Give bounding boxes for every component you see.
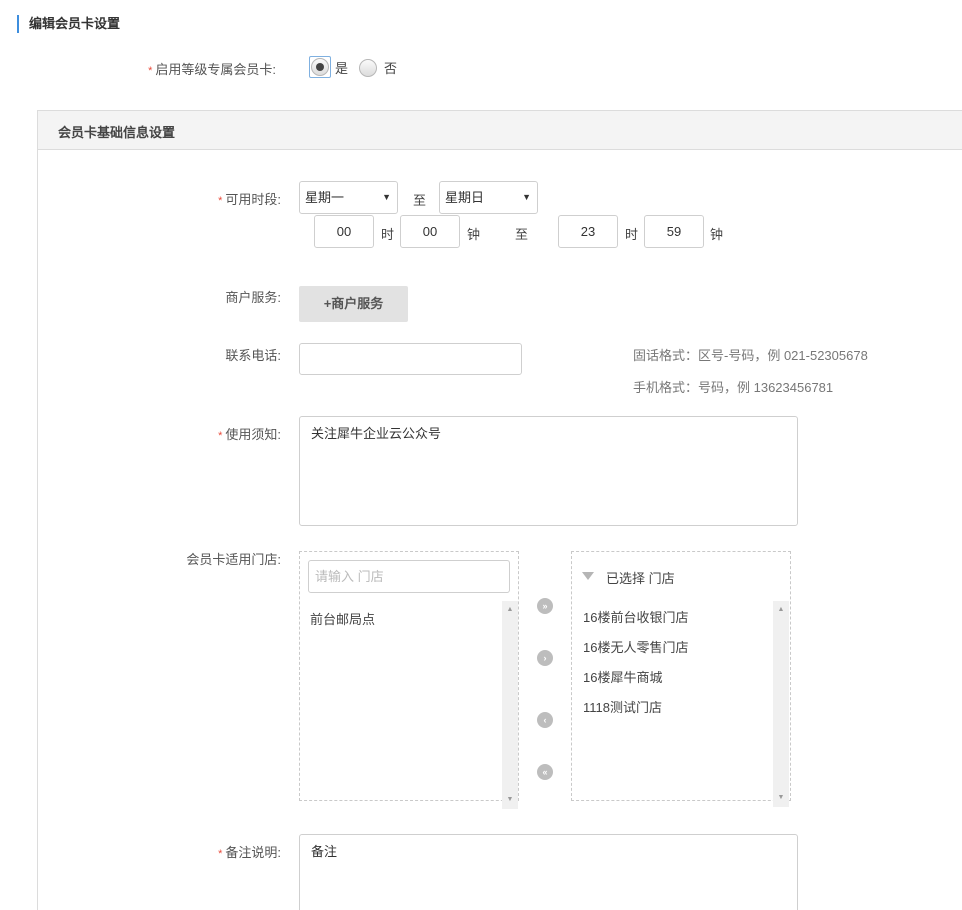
move-all-right-icon[interactable]: » (537, 598, 553, 614)
required-asterisk: * (148, 65, 153, 77)
to-label: 至 (413, 193, 427, 208)
available-time-label-text: 可用时段: (225, 192, 281, 207)
required-asterisk: * (218, 430, 223, 442)
dropdown-arrow-icon: ▼ (522, 192, 531, 202)
to-label-time: 至 (515, 227, 529, 242)
hour-unit: 时 (625, 227, 639, 242)
start-minute-input[interactable]: 00 (400, 215, 460, 248)
mobile-format-hint: 手机格式：号码，例 13623456781 (633, 380, 834, 395)
minute-unit: 钟 (467, 227, 481, 242)
required-asterisk: * (218, 195, 223, 207)
radio-yes-label: 是 (335, 61, 349, 76)
remarks-label: * 备注说明: (218, 842, 281, 861)
available-time-label: * 可用时段: (218, 189, 281, 208)
move-right-icon[interactable]: › (537, 650, 553, 666)
scroll-up-icon[interactable]: ▲ (502, 605, 518, 615)
available-stores-scrollbar[interactable]: ▲ ▼ (502, 601, 518, 809)
scroll-up-icon[interactable]: ▲ (773, 605, 789, 615)
start-day-value: 星期一 (305, 190, 345, 205)
dropdown-arrow-icon: ▼ (382, 192, 391, 202)
start-day-select[interactable]: 星期一 ▼ (299, 181, 398, 214)
usage-notes-textarea[interactable]: 关注犀牛企业云公众号 (299, 416, 798, 526)
scroll-down-icon[interactable]: ▼ (502, 795, 518, 805)
selected-store-item[interactable]: 16楼无人零售门店 (583, 637, 688, 656)
scroll-down-icon[interactable]: ▼ (773, 793, 789, 803)
store-search-input[interactable]: 请输入 门店 (308, 560, 510, 593)
end-day-select[interactable]: 星期日 ▼ (439, 181, 538, 214)
remarks-textarea[interactable]: 备注 (299, 834, 798, 910)
move-all-left-icon[interactable]: « (537, 764, 553, 780)
radio-no[interactable] (359, 59, 377, 77)
usage-notes-label-text: 使用须知: (225, 427, 281, 442)
selected-stores-scrollbar[interactable]: ▲ ▼ (773, 601, 789, 807)
contact-phone-label: 联系电话: (225, 348, 281, 363)
minute-unit: 钟 (710, 227, 724, 242)
selected-store-item[interactable]: 16楼犀牛商城 (583, 667, 662, 686)
usage-notes-label: * 使用须知: (218, 424, 281, 443)
stores-label: 会员卡适用门店: (186, 552, 281, 567)
panel-header (38, 111, 962, 150)
merchant-service-label: 商户服务: (225, 290, 281, 305)
available-store-item[interactable]: 前台邮局点 (310, 609, 375, 628)
remarks-label-text: 备注说明: (225, 845, 281, 860)
radio-yes[interactable] (309, 56, 331, 78)
end-day-value: 星期日 (445, 190, 485, 205)
end-minute-input[interactable]: 59 (644, 215, 704, 248)
page-title: 编辑会员卡设置 (17, 15, 120, 33)
selected-store-item[interactable]: 16楼前台收银门店 (583, 607, 688, 626)
landline-format-hint: 固话格式：区号-号码，例 021-52305678 (633, 348, 868, 363)
level-card-label-text: 启用等级专属会员卡: (155, 62, 276, 77)
radio-selected-dot (316, 63, 324, 71)
end-hour-input[interactable]: 23 (558, 215, 618, 248)
radio-yes-circle (311, 58, 329, 76)
selected-store-item[interactable]: 1118测试门店 (583, 697, 662, 716)
move-left-icon[interactable]: ‹ (537, 712, 553, 728)
contact-phone-input[interactable] (299, 343, 522, 375)
collapse-triangle-icon[interactable] (582, 572, 594, 580)
start-hour-input[interactable]: 00 (314, 215, 374, 248)
add-merchant-service-button[interactable]: +商户服务 (299, 286, 408, 322)
level-card-label: * 启用等级专属会员卡: (148, 59, 276, 78)
radio-no-label: 否 (384, 61, 398, 76)
panel-title: 会员卡基础信息设置 (58, 125, 176, 140)
selected-stores-title: 已选择 门店 (606, 571, 675, 586)
hour-unit: 时 (381, 227, 395, 242)
required-asterisk: * (218, 848, 223, 860)
